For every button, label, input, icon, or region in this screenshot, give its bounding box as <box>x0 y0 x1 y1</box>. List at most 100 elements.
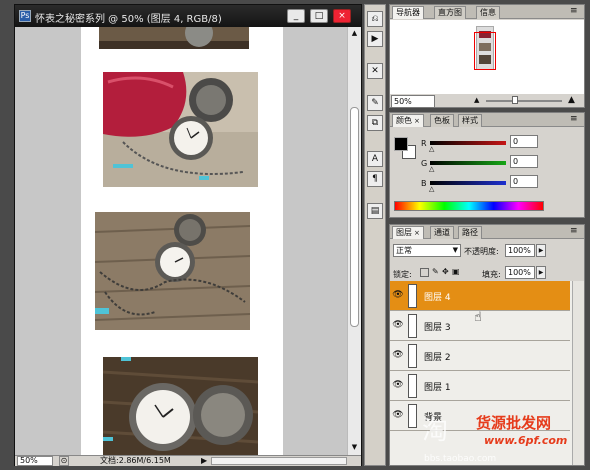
blend-mode-select[interactable]: 正常 ▼ <box>393 244 461 257</box>
channel-b-slider[interactable] <box>430 181 506 185</box>
canvas-area[interactable] <box>15 27 347 455</box>
lock-paint-icon[interactable]: ✎ <box>432 267 439 276</box>
opacity-arrow-icon[interactable]: ▶ <box>536 244 546 257</box>
panel-menu-icon[interactable]: ≡ <box>570 6 578 16</box>
lock-move-icon[interactable]: ✥ <box>442 267 449 276</box>
zoom-in-icon[interactable]: ▲ <box>568 95 575 105</box>
tab-histogram[interactable]: 直方图 <box>434 6 466 19</box>
navigator-zoom-field[interactable]: 50% <box>391 95 435 108</box>
eye-icon[interactable]: 👁 <box>392 319 404 331</box>
lock-label: 锁定: <box>393 270 412 279</box>
navigator-preview-area[interactable] <box>390 20 584 94</box>
navigator-view-box[interactable] <box>474 32 496 70</box>
vertical-scrollbar-thumb[interactable] <box>350 107 359 327</box>
channel-g-slider[interactable] <box>430 161 506 165</box>
hand-cursor-icon: ☝ <box>474 310 482 325</box>
channel-r-slider-thumb[interactable]: △ <box>429 145 434 153</box>
channel-r-label: R <box>421 139 427 148</box>
chevron-down-icon: ▼ <box>452 246 458 254</box>
text-icon[interactable]: A <box>367 151 383 167</box>
layer-thumbnail <box>408 314 417 338</box>
navigator-zoom-slider[interactable] <box>486 100 562 102</box>
tab-channels[interactable]: 通道 <box>430 226 454 239</box>
navigator-panel: 导航器 直方图 信息 ≡ 50% ▲ ▲ <box>389 4 585 108</box>
minimize-button[interactable]: _ <box>287 9 305 23</box>
layer-row[interactable]: 👁 图层 1 <box>390 371 570 401</box>
eye-icon[interactable]: 👁 <box>392 379 404 391</box>
layer-row[interactable]: 👁 图层 2 <box>390 341 570 371</box>
layer-list: 👁 图层 4 👁 图层 3 👁 图层 2 👁 图层 1 👁 背景 <box>390 281 584 465</box>
photo-watch-red-bag <box>103 72 258 187</box>
opacity-field[interactable]: 100% <box>505 244 535 257</box>
status-menu-icon[interactable]: ⊙ <box>59 456 69 466</box>
panel-button-strip: ⎌ ▶ ✕ ✎ ⧉ A ¶ ▤ <box>364 4 386 466</box>
opacity-label: 不透明度: <box>464 247 499 256</box>
layer-comps-icon[interactable]: ▤ <box>367 203 383 219</box>
brushes-icon[interactable]: ✎ <box>367 95 383 111</box>
zoom-out-icon[interactable]: ▲ <box>474 96 479 104</box>
document-window: Ps 怀表之秘密系列 @ 50% (图层 4, RGB/8) _ □ × ▲ ▼… <box>14 4 362 466</box>
color-tab-bar: 颜色 × 色板 样式 ≡ <box>390 113 584 127</box>
scroll-up-arrow-icon[interactable]: ▲ <box>350 29 359 38</box>
tools-icon[interactable]: ✕ <box>367 63 383 79</box>
eye-icon[interactable]: 👁 <box>392 289 404 301</box>
color-panel-menu-icon[interactable]: ≡ <box>570 114 578 124</box>
fill-arrow-icon[interactable]: ▶ <box>536 266 546 279</box>
horizontal-scrollbar[interactable] <box>211 457 347 465</box>
color-spectrum-bar[interactable] <box>394 201 544 211</box>
fill-label: 填充: <box>482 270 501 279</box>
tab-styles[interactable]: 样式 <box>458 114 482 127</box>
eye-icon[interactable]: 👁 <box>392 409 404 421</box>
channel-g-value[interactable]: 0 <box>510 155 538 168</box>
document-title-bar[interactable]: Ps 怀表之秘密系列 @ 50% (图层 4, RGB/8) _ □ × <box>15 5 361 27</box>
tab-info[interactable]: 信息 <box>476 6 500 19</box>
layer-list-scrollbar[interactable] <box>572 281 584 465</box>
document-page[interactable] <box>81 27 283 455</box>
channel-b-value[interactable]: 0 <box>510 175 538 188</box>
document-title: 怀表之秘密系列 @ 50% (图层 4, RGB/8) <box>35 14 222 25</box>
navigator-tab-bar: 导航器 直方图 信息 ≡ <box>390 5 584 19</box>
layer-name: 图层 4 <box>424 293 451 303</box>
actions-icon[interactable]: ▶ <box>367 31 383 47</box>
tab-swatches[interactable]: 色板 <box>430 114 454 127</box>
photo-watch-wood <box>95 212 250 330</box>
layer-name: 背景 <box>424 413 443 423</box>
layers-tab-bar: 图层 × 通道 路径 ≡ <box>390 225 584 239</box>
tab-paths[interactable]: 路径 <box>458 226 482 239</box>
layer-row[interactable]: 👁 背景 <box>390 401 570 431</box>
layer-thumbnail <box>408 284 417 308</box>
tab-navigator[interactable]: 导航器 <box>392 6 424 19</box>
layer-name: 图层 1 <box>424 383 451 393</box>
tab-layers[interactable]: 图层 × <box>392 226 424 239</box>
eye-icon[interactable]: 👁 <box>392 349 404 361</box>
fill-field[interactable]: 100% <box>505 266 535 279</box>
channel-b-slider-thumb[interactable]: △ <box>429 185 434 193</box>
channel-r-slider[interactable] <box>430 141 506 145</box>
layer-name: 图层 3 <box>424 323 451 333</box>
zoom-field[interactable]: 50% <box>17 456 53 466</box>
tab-color[interactable]: 颜色 × <box>392 114 424 127</box>
status-arrow-icon[interactable]: ▶ <box>201 456 207 466</box>
channel-r-value[interactable]: 0 <box>510 135 538 148</box>
close-button[interactable]: × <box>333 9 351 23</box>
layer-name: 图层 2 <box>424 353 451 363</box>
lock-all-icon[interactable]: ▣ <box>452 267 460 276</box>
history-icon[interactable]: ⎌ <box>367 11 383 27</box>
navigator-zoom-slider-thumb[interactable] <box>512 96 518 104</box>
color-panel: 颜色 × 色板 样式 ≡ R △ 0 G △ 0 B △ 0 <box>389 112 585 218</box>
layers-panel-menu-icon[interactable]: ≡ <box>570 226 578 236</box>
vertical-scrollbar[interactable]: ▲ ▼ <box>347 27 361 455</box>
channel-g-label: G <box>421 159 428 168</box>
layer-thumbnail <box>408 344 417 368</box>
paragraph-icon[interactable]: ¶ <box>367 171 383 187</box>
photoshop-app-icon: Ps <box>19 10 31 22</box>
lock-transparency-icon[interactable] <box>420 268 429 277</box>
document-size-info: 文档:2.86M/6.15M <box>100 456 171 465</box>
foreground-color-swatch[interactable] <box>394 137 408 151</box>
maximize-button[interactable]: □ <box>310 9 328 23</box>
layer-row[interactable]: 👁 图层 4 <box>390 281 570 311</box>
scroll-down-arrow-icon[interactable]: ▼ <box>350 443 359 452</box>
clone-icon[interactable]: ⧉ <box>367 115 383 131</box>
channel-g-slider-thumb[interactable]: △ <box>429 165 434 173</box>
channel-b-label: B <box>421 179 427 188</box>
